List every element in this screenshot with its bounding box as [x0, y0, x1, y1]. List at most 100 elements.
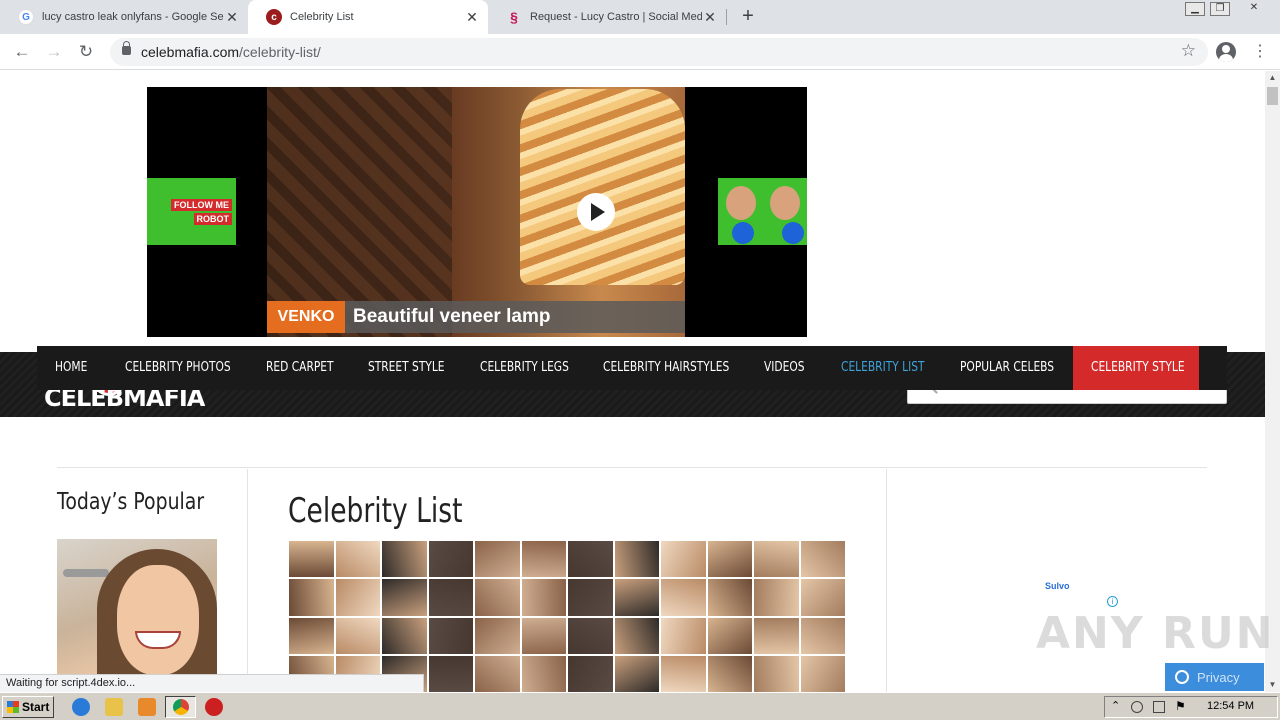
nav-red-carpet[interactable]: RED CARPET — [266, 346, 334, 390]
opera-icon[interactable] — [205, 698, 223, 716]
menu-kebab-icon[interactable]: ⋮ — [1252, 42, 1268, 62]
tab-celebrity-list[interactable]: c Celebrity List ✕ — [248, 0, 488, 34]
celebrity-thumbnail[interactable] — [707, 655, 752, 692]
celebrity-thumbnail[interactable] — [614, 617, 659, 654]
celebrity-thumbnail[interactable] — [568, 655, 613, 692]
celebrity-thumbnail[interactable] — [335, 617, 380, 654]
nav-celebrity-hairstyles[interactable]: CELEBRITY HAIRSTYLES — [603, 346, 729, 390]
celebrity-thumbnail[interactable] — [521, 617, 566, 654]
celebrity-thumbnail[interactable] — [382, 541, 427, 578]
close-tab-icon[interactable]: ✕ — [224, 9, 240, 26]
window-close-icon[interactable]: ✕ — [1244, 2, 1264, 16]
media-player-icon[interactable] — [138, 698, 156, 716]
celebrity-thumbnail[interactable] — [614, 655, 659, 692]
celebrity-thumbnail[interactable] — [800, 541, 845, 578]
url-path: /celebrity-list/ — [239, 44, 321, 60]
celebrity-thumbnail[interactable] — [661, 655, 706, 692]
ad-slot-label[interactable]: Sulvo — [1045, 581, 1070, 591]
celebrity-collage[interactable] — [289, 541, 845, 692]
address-bar[interactable]: celebmafia.com/celebrity-list/ ☆ — [110, 38, 1208, 66]
celebrity-thumbnail[interactable] — [289, 617, 334, 654]
chrome-taskbar-button[interactable] — [165, 696, 196, 718]
celebrity-thumbnail[interactable] — [754, 617, 799, 654]
celebrity-thumbnail[interactable] — [754, 541, 799, 578]
close-tab-icon[interactable]: ✕ — [464, 9, 480, 26]
bookmark-star-icon[interactable]: ☆ — [1181, 41, 1196, 61]
scroll-up-icon[interactable]: ▲ — [1265, 71, 1280, 85]
scroll-thumb[interactable] — [1267, 87, 1278, 105]
celebrity-thumbnail[interactable] — [661, 579, 706, 616]
reload-icon[interactable]: ↻ — [76, 42, 96, 62]
url-text[interactable]: celebmafia.com/celebrity-list/ — [141, 44, 321, 60]
celebrity-thumbnail[interactable] — [800, 579, 845, 616]
celebrity-thumbnail[interactable] — [568, 541, 613, 578]
celebrity-thumbnail[interactable] — [428, 541, 473, 578]
celebrity-thumbnail[interactable] — [382, 579, 427, 616]
scroll-down-icon[interactable]: ▼ — [1265, 678, 1280, 692]
nav-videos[interactable]: VIDEOS — [764, 346, 805, 390]
celebrity-thumbnail[interactable] — [754, 579, 799, 616]
celebrity-thumbnail[interactable] — [661, 617, 706, 654]
celebrity-thumbnail[interactable] — [428, 655, 473, 692]
celebrity-thumbnail[interactable] — [568, 617, 613, 654]
celebrity-thumbnail[interactable] — [754, 655, 799, 692]
celebrity-thumbnail[interactable] — [335, 541, 380, 578]
back-icon[interactable]: ← — [12, 42, 32, 62]
celebrity-thumbnail[interactable] — [289, 541, 334, 578]
play-icon[interactable] — [577, 193, 615, 231]
celebrity-thumbnail[interactable] — [568, 579, 613, 616]
close-tab-icon[interactable]: ✕ — [702, 9, 718, 26]
celebrity-thumbnail[interactable] — [475, 541, 520, 578]
celebrity-thumbnail[interactable] — [475, 617, 520, 654]
speaker-icon[interactable] — [1131, 701, 1143, 713]
celebrity-thumbnail[interactable] — [428, 579, 473, 616]
tab-request-lucy[interactable]: § Request - Lucy Castro | Social Media ✕ — [488, 0, 726, 34]
celebrity-thumbnail[interactable] — [521, 541, 566, 578]
ie-icon[interactable] — [72, 698, 90, 716]
flag-icon[interactable]: ⚑ — [1175, 699, 1187, 713]
popular-celebrity-image[interactable] — [57, 539, 217, 692]
celebrity-thumbnail[interactable] — [661, 541, 706, 578]
restore-icon[interactable]: ❐ — [1210, 2, 1230, 16]
celebrity-thumbnail[interactable] — [428, 617, 473, 654]
tray-expand-icon[interactable]: ⌃ — [1111, 699, 1123, 712]
celebrity-thumbnail[interactable] — [800, 655, 845, 692]
nav-celebrity-list[interactable]: CELEBRITY LIST — [841, 346, 924, 390]
face — [117, 565, 199, 675]
celebrity-thumbnail[interactable] — [707, 617, 752, 654]
celebrity-thumbnail[interactable] — [614, 541, 659, 578]
celebrity-thumbnail[interactable] — [800, 617, 845, 654]
network-icon[interactable] — [1153, 701, 1165, 713]
ad-info-icon[interactable]: i — [1107, 596, 1118, 607]
celebrity-thumbnail[interactable] — [475, 579, 520, 616]
celebrity-thumbnail[interactable] — [289, 579, 334, 616]
celebrity-thumbnail[interactable] — [521, 655, 566, 692]
new-tab-icon[interactable]: + — [738, 6, 758, 26]
nav-popular-celebs[interactable]: POPULAR CELEBS — [960, 346, 1054, 390]
ad-thumbnail-right[interactable] — [718, 178, 807, 245]
nav-home[interactable]: HOME — [55, 346, 87, 390]
video-ad[interactable]: FOLLOW ME ROBOT VENKO Beautiful veneer l… — [147, 87, 807, 337]
nav-celebrity-photos[interactable]: CELEBRITY PHOTOS — [125, 346, 231, 390]
nav-celebrity-style[interactable]: CELEBRITY STYLE — [1091, 346, 1185, 390]
nav-street-style[interactable]: STREET STYLE — [368, 346, 445, 390]
start-button[interactable]: Start — [2, 696, 54, 718]
celebrity-thumbnail[interactable] — [707, 579, 752, 616]
profile-avatar-icon[interactable] — [1216, 42, 1236, 62]
celebrity-thumbnail[interactable] — [707, 541, 752, 578]
celebrity-thumbnail[interactable] — [475, 655, 520, 692]
privacy-button[interactable]: Privacy — [1165, 663, 1264, 691]
ad-thumbnail-left[interactable]: FOLLOW ME ROBOT — [147, 178, 236, 245]
celebrity-thumbnail[interactable] — [521, 579, 566, 616]
nav-celebrity-legs[interactable]: CELEBRITY LEGS — [480, 346, 569, 390]
celebrity-thumbnail[interactable] — [335, 579, 380, 616]
folder-icon[interactable] — [105, 698, 123, 716]
minimize-icon[interactable]: ▁ — [1185, 2, 1205, 16]
celebrity-thumbnail[interactable] — [382, 617, 427, 654]
tab-google-search[interactable]: G lucy castro leak onlyfans - Google Se … — [0, 0, 248, 34]
ad-video-frame[interactable] — [267, 87, 685, 337]
divider — [886, 469, 887, 692]
celebrity-thumbnail[interactable] — [614, 579, 659, 616]
forward-icon[interactable]: → — [44, 42, 64, 62]
page-scrollbar[interactable]: ▲ ▼ — [1265, 71, 1280, 692]
